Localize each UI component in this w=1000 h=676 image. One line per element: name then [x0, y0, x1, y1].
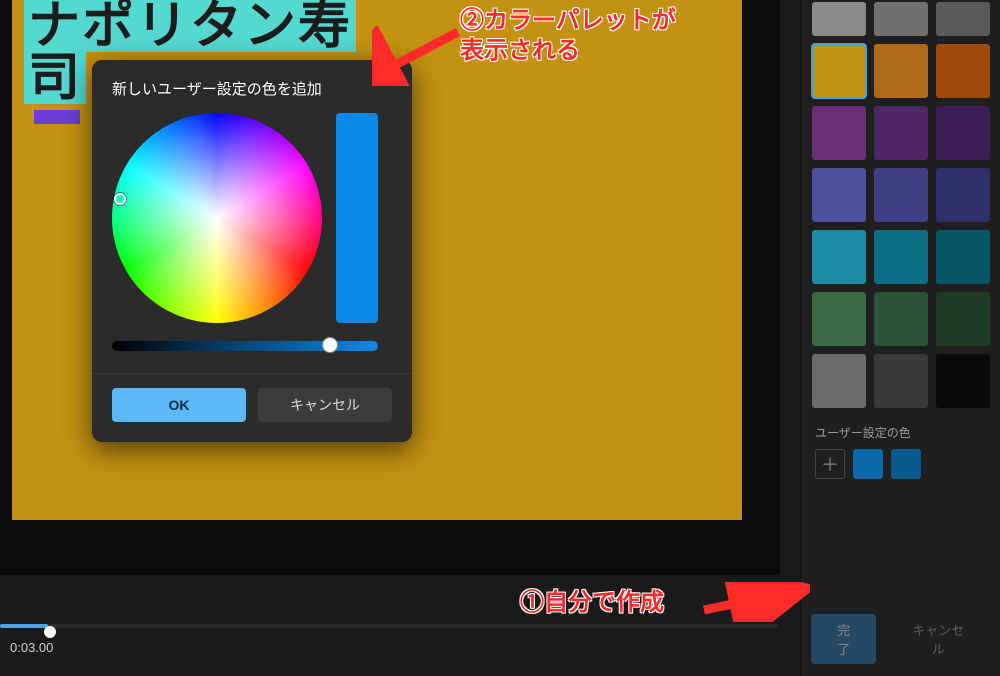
annotation-1: ①自分で作成 — [520, 588, 664, 618]
ok-button[interactable]: OK — [112, 388, 246, 422]
user-color-swatch[interactable] — [853, 449, 883, 479]
palette-swatch[interactable] — [936, 106, 990, 160]
sidebar-cancel-button[interactable]: キャンセル — [886, 614, 990, 664]
color-wheel[interactable] — [112, 113, 322, 323]
add-color-button[interactable]: ＋ — [815, 449, 845, 479]
title-line1: ナポリタン寿 — [28, 0, 352, 52]
palette-grid — [811, 2, 990, 408]
timeline-time: 0:03.00 — [10, 640, 53, 655]
palette-swatch[interactable] — [936, 168, 990, 222]
selection-handle[interactable] — [34, 110, 80, 124]
palette-swatch[interactable] — [812, 292, 866, 346]
cancel-button[interactable]: キャンセル — [258, 388, 392, 422]
palette-swatch[interactable] — [874, 2, 928, 36]
color-picker-dialog: 新しいユーザー設定の色を追加 OK キャンセル — [92, 60, 412, 442]
title-line2: 司 — [24, 52, 86, 104]
arrow-1-icon — [700, 582, 810, 622]
palette-swatch[interactable] — [812, 44, 866, 98]
brightness-slider[interactable] — [112, 341, 378, 351]
palette-swatch[interactable] — [812, 354, 866, 408]
palette-swatch[interactable] — [936, 44, 990, 98]
palette-swatch[interactable] — [874, 292, 928, 346]
timeline-track[interactable] — [0, 624, 778, 628]
color-sidebar: ユーザー設定の色 ＋ 完了 キャンセル — [800, 0, 1000, 676]
user-colors-label: ユーザー設定の色 — [815, 424, 990, 441]
palette-swatch[interactable] — [936, 354, 990, 408]
palette-swatch[interactable] — [874, 168, 928, 222]
title-overlay: ナポリタン寿 — [24, 0, 356, 52]
palette-swatch[interactable] — [812, 230, 866, 284]
palette-swatch[interactable] — [936, 2, 990, 36]
dialog-title: 新しいユーザー設定の色を追加 — [112, 78, 392, 99]
palette-swatch[interactable] — [874, 354, 928, 408]
done-button[interactable]: 完了 — [811, 614, 876, 664]
timeline-playhead[interactable] — [44, 626, 56, 638]
palette-swatch[interactable] — [874, 106, 928, 160]
brightness-thumb[interactable] — [322, 337, 338, 353]
palette-swatch[interactable] — [812, 106, 866, 160]
timeline: 0:03.00 — [0, 618, 780, 658]
palette-swatch[interactable] — [936, 292, 990, 346]
palette-swatch[interactable] — [936, 230, 990, 284]
palette-swatch[interactable] — [812, 168, 866, 222]
palette-swatch[interactable] — [874, 230, 928, 284]
color-preview — [336, 113, 378, 323]
timeline-progress — [0, 624, 48, 628]
user-colors-row: ＋ — [811, 449, 990, 479]
color-wheel-cursor[interactable] — [114, 193, 126, 205]
palette-swatch[interactable] — [812, 2, 866, 36]
palette-swatch[interactable] — [874, 44, 928, 98]
divider — [92, 373, 412, 374]
user-color-swatch[interactable] — [891, 449, 921, 479]
sidebar-footer: 完了 キャンセル — [811, 604, 990, 666]
